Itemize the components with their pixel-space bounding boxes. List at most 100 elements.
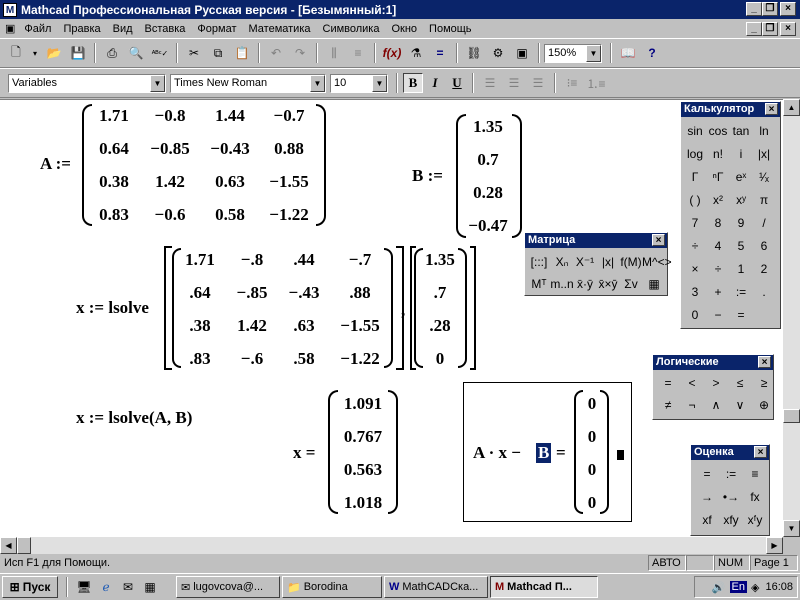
calc-key[interactable]: tan [729,124,753,138]
calculate-icon[interactable]: = [430,43,450,63]
align-across-icon[interactable]: ⫼ [324,43,344,63]
calc-key[interactable]: 9 [729,216,753,230]
matrix-key[interactable]: m..n [550,277,574,291]
menu-math[interactable]: Математика [243,23,317,35]
insert-unit-icon[interactable]: ⚗ [406,43,426,63]
menu-format[interactable]: Формат [191,23,242,35]
b-selected[interactable]: B [536,443,552,463]
calc-key[interactable]: ln [752,124,776,138]
calc-key[interactable]: 5 [729,239,753,253]
channels-icon[interactable]: ▦ [140,577,160,597]
calc-key[interactable]: 7 [683,216,707,230]
vertical-scrollbar[interactable]: ▲ ▼ [783,99,800,537]
menu-file[interactable]: Файл [18,23,57,35]
eval-key[interactable]: •→ [718,490,744,504]
new-icon[interactable]: 🗋 [6,43,26,63]
calc-key[interactable]: 2 [752,262,776,276]
style-select[interactable]: Variables ▼ [8,73,166,93]
size-select[interactable]: 10 ▼ [330,73,388,93]
eval-key[interactable]: ≡ [742,467,768,481]
eval-key[interactable]: := [718,467,744,481]
task-mathcad[interactable]: M Mathcad П... [490,576,598,598]
calc-key[interactable]: i [729,147,753,161]
calc-key[interactable]: = [729,308,753,322]
logic-key[interactable]: ≥ [752,376,776,390]
calc-key[interactable]: ⁿΓ [706,170,730,184]
scroll-thumb[interactable] [783,409,800,423]
calc-key[interactable]: ¹⁄ₓ [752,170,776,184]
start-button[interactable]: ⊞ Пуск [2,576,58,598]
volume-icon[interactable]: 🔊 [712,581,726,594]
calc-key[interactable]: . [752,285,776,299]
x-lsolve-ab[interactable]: x := lsolve(A, B) [76,408,192,428]
calc-key[interactable]: ÷ [683,239,707,253]
placeholder-marker[interactable] [617,450,624,460]
close-icon[interactable]: × [754,446,767,458]
matrix-key[interactable]: [:::] [527,255,551,269]
calc-key[interactable]: 1 [729,262,753,276]
outlook-icon[interactable]: ✉ [118,577,138,597]
close-icon[interactable]: × [652,234,665,246]
calc-key[interactable]: log [683,147,707,161]
redo-icon[interactable]: ↷ [290,43,310,63]
spellcheck-icon[interactable]: ᴬᴮᶜ✓ [150,43,170,63]
logic-key[interactable]: = [656,376,680,390]
logic-key[interactable]: ⊕ [752,398,776,412]
logic-key[interactable]: ≠ [656,398,680,412]
calc-key[interactable]: / [752,216,776,230]
italic-button[interactable]: I [425,73,445,93]
scroll-down-icon[interactable]: ▼ [783,520,800,537]
scroll-up-icon[interactable]: ▲ [783,99,800,116]
calc-key[interactable]: π [752,193,776,207]
menu-help[interactable]: Помощь [423,23,478,35]
matrix-key[interactable]: x̄·ȳ [573,277,597,291]
copy-icon[interactable]: ⧉ [208,43,228,63]
scroll-left-icon[interactable]: ◀ [0,537,17,554]
help-icon[interactable]: ? [642,43,662,63]
insert-function-icon[interactable]: f(x) [382,43,402,63]
calc-key[interactable]: 6 [752,239,776,253]
matrix-key[interactable]: x̄×ȳ [596,277,620,291]
close-icon[interactable]: × [758,356,771,368]
paste-icon[interactable]: 📋 [232,43,252,63]
hscroll-thumb[interactable] [17,537,31,554]
logic-key[interactable]: > [704,376,728,390]
calc-key[interactable]: xʸ [729,193,753,207]
matrix-key[interactable]: Σv [619,277,643,291]
matrix-key[interactable]: ▦ [642,277,666,291]
component-wizard-icon[interactable]: ⚙ [488,43,508,63]
language-indicator[interactable]: En [729,581,747,593]
calc-key[interactable]: 0 [683,308,707,322]
calc-key[interactable]: ( ) [683,193,707,207]
horizontal-scrollbar[interactable]: ◀ ▶ [0,537,783,554]
scroll-right-icon[interactable]: ▶ [766,537,783,554]
align-down-icon[interactable]: ≡ [348,43,368,63]
matrix-key[interactable]: Xₙ [550,255,574,269]
numbering-icon[interactable]: ⒈≡ [586,73,606,93]
minimize-button[interactable]: _ [746,2,762,16]
eval-key[interactable]: = [694,467,720,481]
mathcad-icon[interactable]: M [3,2,17,17]
matrix-key[interactable]: f(M) [619,255,643,269]
new-dropdown-icon[interactable]: ▾ [30,43,40,63]
open-icon[interactable]: 📂 [44,43,64,63]
logic-key[interactable]: ∧ [704,398,728,412]
calc-key[interactable]: eˣ [729,170,753,184]
bullets-icon[interactable]: ⁝≡ [562,73,582,93]
ie-icon[interactable]: ℯ [96,577,116,597]
calc-key[interactable]: x² [706,193,730,207]
tray-app-icon[interactable]: ◈ [751,581,759,594]
logic-key[interactable]: ∨ [728,398,752,412]
calc-key[interactable]: sin [683,124,707,138]
desktop-icon[interactable]: 🖥 [74,577,94,597]
calc-key[interactable]: := [729,285,753,299]
calc-key[interactable]: 4 [706,239,730,253]
calc-key[interactable]: Γ [683,170,707,184]
doc-close-button[interactable]: × [780,22,796,36]
eval-key[interactable]: xᶠy [742,513,768,527]
calc-key[interactable]: 8 [706,216,730,230]
menu-window[interactable]: Окно [385,23,423,35]
doc-icon[interactable]: ▣ [2,22,18,35]
menu-view[interactable]: Вид [107,23,139,35]
doc-minimize-button[interactable]: _ [746,22,762,36]
